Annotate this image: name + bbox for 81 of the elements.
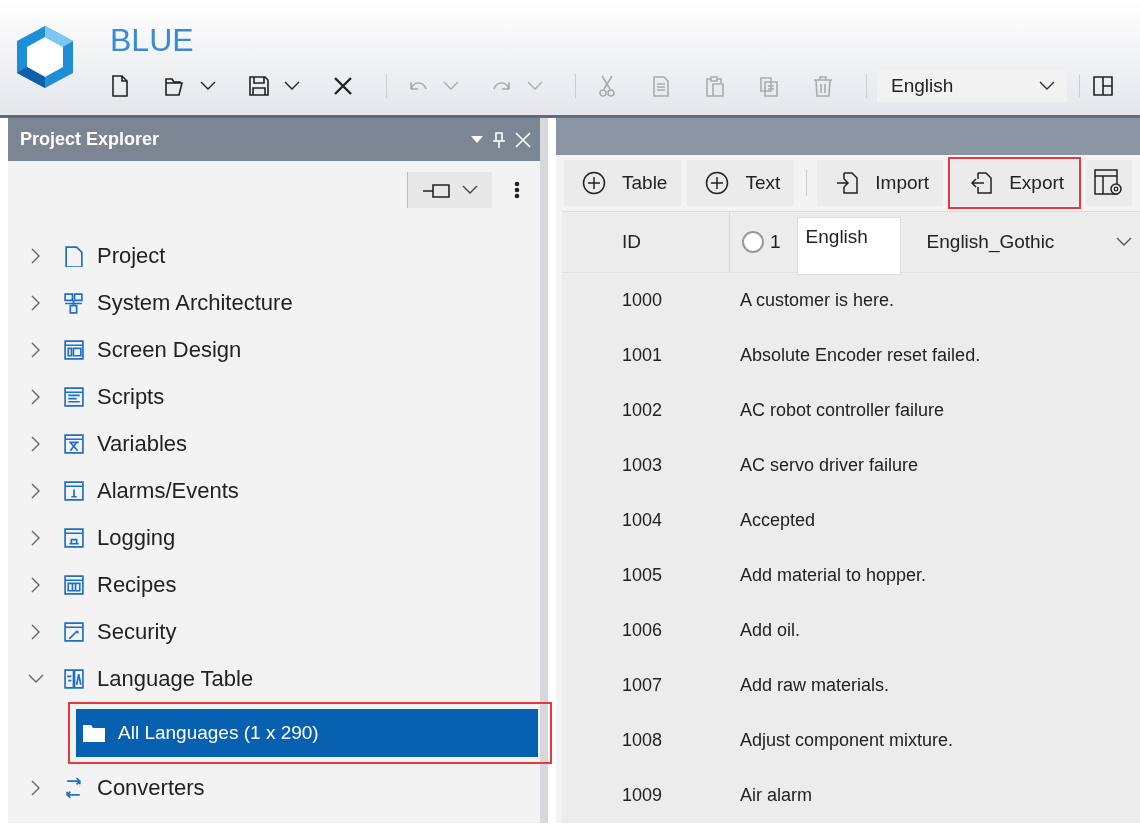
document-icon	[63, 244, 85, 267]
chevron-down-icon[interactable]	[1116, 237, 1132, 247]
table-cell-text: 1002	[621, 400, 664, 421]
tree-item[interactable]: Screen Design	[97, 336, 242, 363]
table-cell: Add material to hopper.	[740, 565, 927, 586]
caret-icon	[284, 81, 300, 91]
table-cell-text: 1009	[621, 785, 664, 806]
table-cell: AC robot controller failure	[740, 400, 945, 421]
toolbar-button[interactable]: Import	[817, 159, 944, 206]
tree-item[interactable]: Recipes	[97, 571, 177, 598]
hexagon-logo-icon	[14, 24, 76, 90]
table-cell-text: 1005	[621, 565, 664, 586]
copy-icon	[650, 75, 672, 97]
language-dropdown[interactable]: English	[877, 70, 1067, 102]
table-cell: Add raw materials.	[740, 675, 890, 696]
tree-item[interactable]: Converters	[97, 774, 205, 801]
duplicate-icon	[758, 75, 780, 97]
table-cell: Air alarm	[740, 785, 812, 806]
export-icon	[969, 170, 994, 195]
language-name-field[interactable]: English	[796, 217, 901, 275]
table-cell: Adjust component mixture.	[740, 730, 954, 751]
toolbar-button[interactable]: Table	[564, 159, 682, 206]
column-header[interactable]: ID	[562, 212, 730, 272]
table-cell: A customer is here.	[740, 290, 895, 311]
layout-icon[interactable]	[1092, 75, 1114, 97]
toolbar-button[interactable]: Export	[951, 159, 1079, 206]
close-icon	[332, 75, 354, 97]
recipe-icon	[63, 573, 85, 596]
tree-item[interactable]: Scripts	[97, 383, 165, 410]
caret-icon	[462, 184, 478, 195]
save-icon	[248, 75, 270, 97]
tree-item[interactable]: All Languages (1 x 290)	[76, 709, 538, 757]
tree-item[interactable]: Logging	[97, 524, 176, 551]
table-cell-text: 1007	[621, 675, 664, 696]
tree-item[interactable]: Alarms/Events	[97, 477, 239, 504]
dropdown-triangle-icon[interactable]	[470, 134, 484, 145]
import-icon	[835, 170, 860, 195]
table-cell: AC servo driver failure	[740, 455, 919, 476]
tree-item[interactable]: Project	[97, 242, 166, 269]
language-icon	[63, 667, 85, 690]
table-cell: Add oil.	[740, 620, 801, 641]
tree-item[interactable]: Variables	[97, 430, 188, 457]
pin-dropdown[interactable]	[407, 171, 492, 208]
script-icon	[63, 385, 85, 408]
toolbar-button[interactable]: Text	[687, 159, 795, 206]
chevron-down-icon[interactable]	[28, 673, 44, 684]
radio-button[interactable]	[742, 231, 764, 253]
caret-icon	[527, 81, 543, 91]
close-icon[interactable]	[514, 130, 532, 149]
variable-icon	[63, 432, 85, 455]
font-name: English_Gothic	[926, 231, 1056, 253]
tree-item[interactable]: System Architecture	[97, 289, 293, 316]
plus-circle-icon	[705, 170, 730, 195]
trash-icon	[812, 75, 834, 97]
caret-icon	[443, 81, 459, 91]
table-cell-text: 1000	[621, 290, 664, 311]
open-folder-icon	[164, 75, 186, 97]
logging-icon	[63, 526, 85, 549]
scissors-icon	[596, 75, 618, 97]
caret-icon	[200, 81, 216, 91]
table-settings-button[interactable]	[1086, 159, 1133, 206]
table-cell-text: 1008	[621, 730, 664, 751]
more-icon[interactable]	[514, 180, 520, 199]
panel-title: Project Explorer	[20, 129, 160, 150]
table-cell-text: 1004	[621, 510, 664, 531]
folder-icon	[82, 723, 106, 743]
tree-item[interactable]: Security	[97, 618, 177, 645]
paste-icon	[704, 75, 726, 97]
tree-item[interactable]: Language Table	[97, 665, 254, 692]
language-index: 1	[770, 231, 781, 253]
plus-circle-icon	[582, 170, 606, 195]
network-icon	[63, 291, 85, 314]
table-cell-text: 1003	[621, 455, 664, 476]
table-cell: Accepted	[740, 510, 816, 531]
table-cell: Absolute Encoder reset failed.	[740, 345, 981, 366]
pin-icon[interactable]	[492, 130, 506, 149]
table-cell-text: 1006	[621, 620, 664, 641]
app-title: BLUE	[110, 22, 195, 58]
caret-icon	[1039, 81, 1055, 91]
table-cell-text: 1001	[621, 345, 664, 366]
layout-icon	[63, 338, 85, 361]
